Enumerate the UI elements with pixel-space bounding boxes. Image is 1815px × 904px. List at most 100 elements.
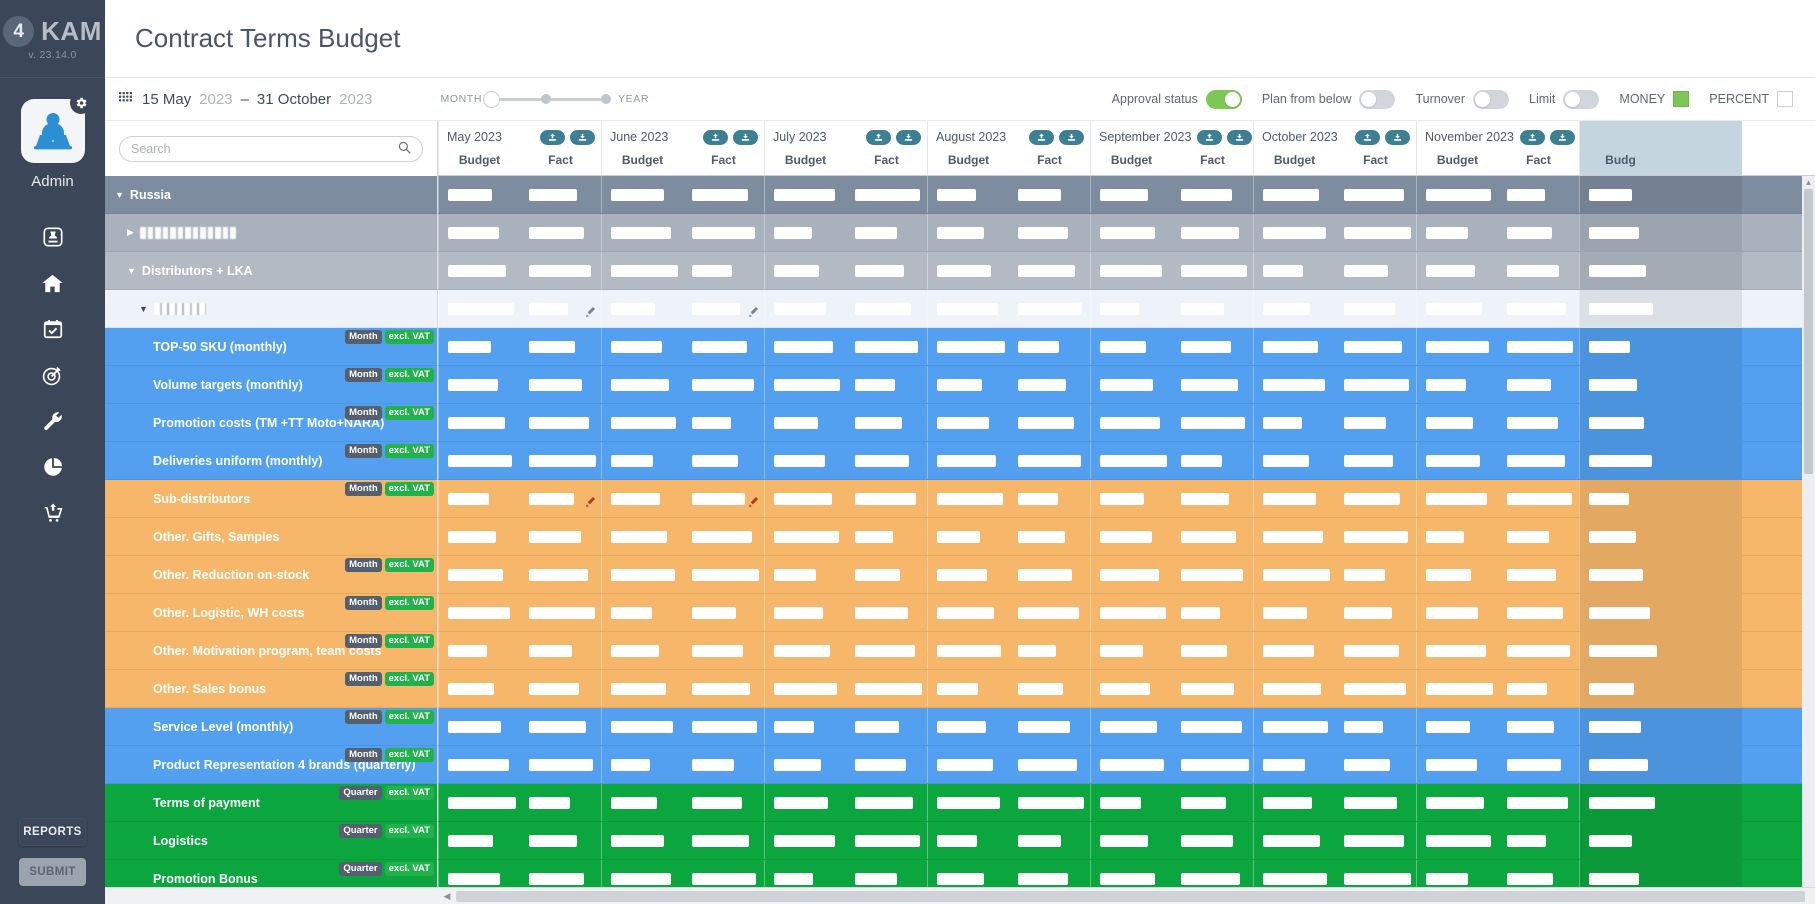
data-cell[interactable] — [1090, 366, 1253, 403]
cell-budget-value[interactable] — [928, 454, 1009, 467]
cell-fact-value[interactable] — [1498, 264, 1579, 277]
cell-budget-value[interactable] — [439, 758, 520, 771]
data-cell[interactable] — [1090, 290, 1253, 327]
cell-budget-value[interactable] — [765, 530, 846, 543]
cell-fact-value[interactable] — [846, 682, 927, 695]
data-cell[interactable] — [1579, 594, 1742, 631]
cell-fact-value[interactable] — [683, 796, 764, 809]
cell-fact-value[interactable] — [520, 720, 601, 733]
data-cell[interactable] — [438, 670, 601, 707]
cell-budget-value[interactable] — [928, 378, 1009, 391]
cell-fact-value[interactable] — [846, 530, 927, 543]
cell-budget-value[interactable] — [928, 796, 1009, 809]
data-cell[interactable] — [1253, 366, 1416, 403]
cell-fact-value[interactable] — [1172, 530, 1253, 543]
cell-budget-value[interactable] — [1254, 378, 1335, 391]
cell-budget-value[interactable] — [928, 530, 1009, 543]
cell-fact-value[interactable] — [846, 796, 927, 809]
cell-fact-value[interactable] — [683, 264, 764, 277]
cell-fact-value[interactable] — [1335, 872, 1416, 885]
cell-budget-value[interactable] — [765, 758, 846, 771]
data-cell[interactable] — [927, 404, 1090, 441]
cell-fact-value[interactable] — [846, 226, 927, 239]
data-cell[interactable] — [438, 252, 601, 289]
cell-fact-value[interactable] — [520, 188, 601, 201]
cell-fact-value[interactable] — [846, 188, 927, 201]
cell-fact-value[interactable] — [1498, 758, 1579, 771]
data-cell[interactable] — [1090, 214, 1253, 251]
data-cell[interactable] — [1090, 594, 1253, 631]
data-cell[interactable] — [438, 442, 601, 479]
cell-fact-value[interactable] — [520, 454, 601, 467]
cell-fact-value[interactable] — [1335, 454, 1416, 467]
cell-budget-value[interactable] — [1254, 720, 1335, 733]
data-cell[interactable] — [764, 746, 927, 783]
data-cell[interactable] — [764, 214, 927, 251]
cell-fact-value[interactable] — [1009, 416, 1090, 429]
download-button-september-2023[interactable] — [1227, 129, 1253, 145]
data-cell[interactable] — [764, 176, 927, 213]
cell-budget-value[interactable] — [602, 226, 683, 239]
cell-fact-value[interactable] — [1172, 606, 1253, 619]
download-button-november-2023[interactable] — [1549, 129, 1575, 145]
vertical-scrollbar[interactable]: ▲ — [1802, 176, 1815, 887]
cell-fact-value[interactable] — [520, 492, 601, 507]
cell-budget-value[interactable] — [602, 834, 683, 847]
cell-budget-value[interactable] — [765, 188, 846, 201]
cell-budget-value[interactable] — [1091, 188, 1172, 201]
data-cell[interactable] — [1090, 784, 1253, 821]
cell-budget-value[interactable] — [439, 378, 520, 391]
cell-budget-value[interactable] — [1091, 530, 1172, 543]
checkbox-money[interactable] — [1673, 91, 1690, 107]
sidebar-item-calendar[interactable] — [0, 306, 105, 352]
upload-button-may-2023[interactable] — [540, 129, 565, 145]
switch-limit[interactable] — [1563, 89, 1600, 109]
download-button-june-2023[interactable] — [733, 129, 758, 145]
cell-budget-value[interactable] — [602, 568, 683, 581]
data-cell[interactable] — [601, 670, 764, 707]
cell-fact-value[interactable] — [846, 758, 927, 771]
cell-budget-value[interactable] — [1254, 644, 1335, 657]
data-cell[interactable] — [601, 328, 764, 365]
data-cell[interactable] — [1253, 594, 1416, 631]
cell-budget-value[interactable] — [602, 188, 683, 201]
slider-knob-end[interactable] — [601, 94, 612, 104]
data-cell[interactable] — [764, 480, 927, 517]
cell-budget-value[interactable] — [1254, 834, 1335, 847]
cell-budget-value[interactable] — [602, 796, 683, 809]
row-label-6[interactable]: Promotion costs (TM +TT Moto+NARA) Month e… — [105, 404, 437, 442]
cell-fact-value[interactable] — [1172, 492, 1253, 505]
data-cell[interactable] — [1253, 290, 1416, 327]
cell-budget-value[interactable] — [602, 606, 683, 619]
upload-button-september-2023[interactable] — [1197, 129, 1223, 145]
data-cell[interactable] — [601, 784, 764, 821]
upload-button-august-2023[interactable] — [1029, 129, 1054, 145]
cell-fact-value[interactable] — [1172, 340, 1253, 353]
data-cell[interactable] — [1579, 176, 1742, 213]
pencil-edit-icon[interactable] — [585, 495, 596, 510]
submit-button[interactable]: SUBMIT — [19, 858, 86, 886]
cell-fact-value[interactable] — [1009, 682, 1090, 695]
cell-budget-value[interactable] — [602, 416, 683, 429]
cell-budget-value[interactable] — [765, 644, 846, 657]
data-cell[interactable] — [601, 176, 764, 213]
data-cell[interactable] — [1090, 670, 1253, 707]
cell-budget-value[interactable] — [602, 492, 683, 505]
cell-budget-value[interactable] — [602, 340, 683, 353]
data-cell[interactable] — [1253, 746, 1416, 783]
cell-budget-value[interactable] — [928, 606, 1009, 619]
data-cell[interactable] — [1579, 328, 1742, 365]
data-cell[interactable] — [1579, 632, 1742, 669]
cell-budget-value[interactable] — [1417, 682, 1498, 695]
cell-fact-value[interactable] — [683, 758, 764, 771]
cell-fact-value[interactable] — [1009, 758, 1090, 771]
cell-budget-value[interactable] — [1091, 872, 1172, 885]
cell-budget-value[interactable] — [1091, 378, 1172, 391]
row-label-8[interactable]: Sub-distributors Month excl. VAT — [105, 480, 437, 518]
cell-budget-value[interactable] — [1580, 492, 1742, 505]
cell-budget-value[interactable] — [439, 606, 520, 619]
cell-fact-value[interactable] — [683, 416, 764, 429]
upload-button-july-2023[interactable] — [866, 129, 891, 145]
cell-budget-value[interactable] — [1417, 758, 1498, 771]
cell-fact-value[interactable] — [1172, 378, 1253, 391]
